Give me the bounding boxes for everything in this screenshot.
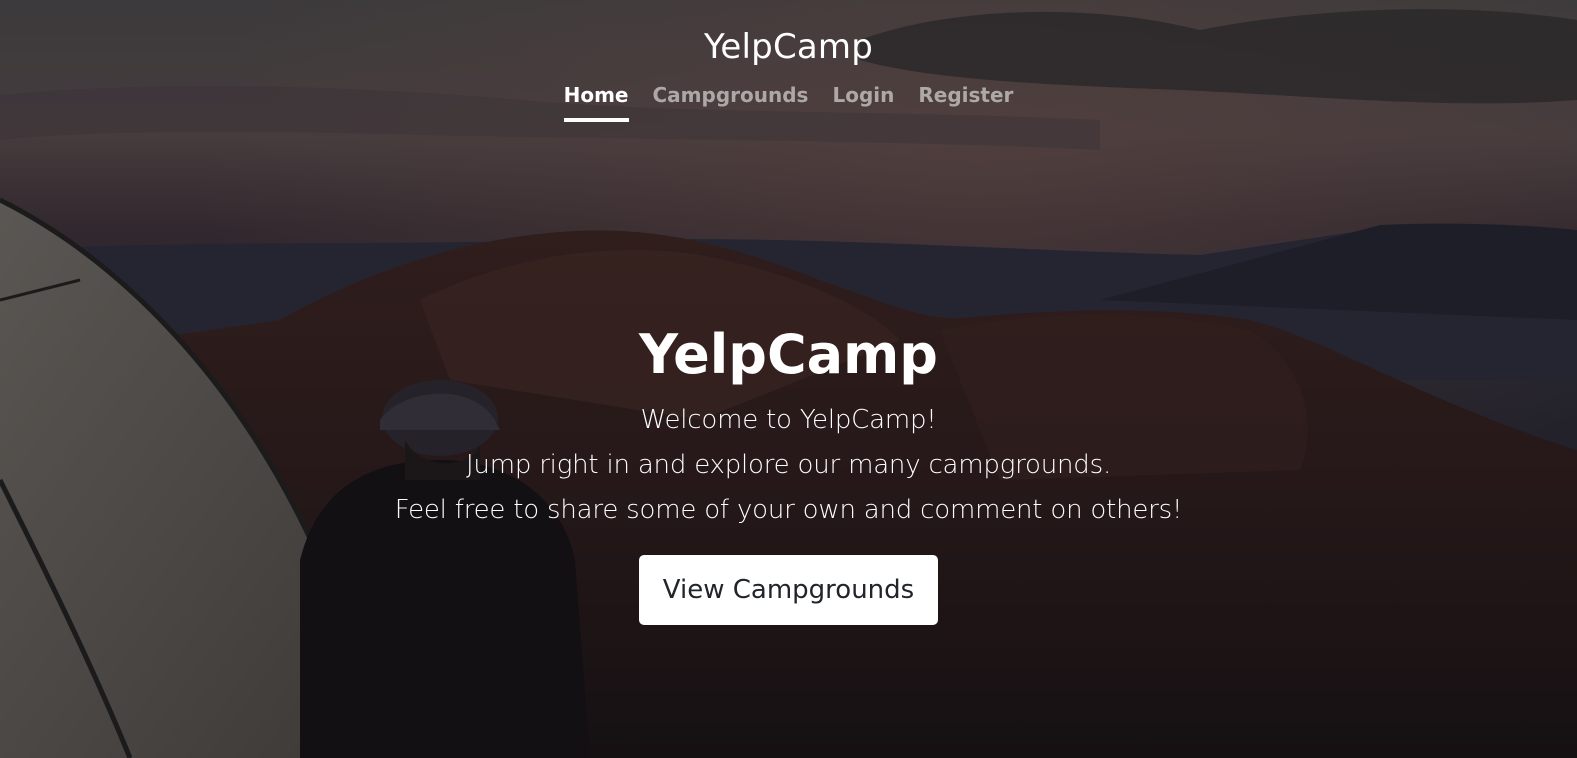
nav-link-login[interactable]: Login (832, 82, 894, 122)
nav-link-home[interactable]: Home (563, 82, 629, 122)
nav-link-register[interactable]: Register (918, 82, 1013, 122)
hero-title: YelpCamp (639, 323, 938, 386)
hero-share-line: Feel free to share some of your own and … (394, 495, 1183, 525)
nav-link-campgrounds[interactable]: Campgrounds (653, 82, 809, 122)
main-nav: Home Campgrounds Login Register (0, 82, 1577, 122)
hero-section: YelpCamp Welcome to YelpCamp! Jump right… (0, 318, 1577, 625)
hero-explore-line: Jump right in and explore our many campg… (465, 450, 1112, 480)
view-campgrounds-button[interactable]: View Campgrounds (638, 555, 939, 625)
brand-logo-text: YelpCamp (703, 27, 874, 67)
hero-lead: Welcome to YelpCamp! Jump right in and e… (0, 398, 1577, 533)
hero-welcome-line: Welcome to YelpCamp! (640, 405, 937, 435)
